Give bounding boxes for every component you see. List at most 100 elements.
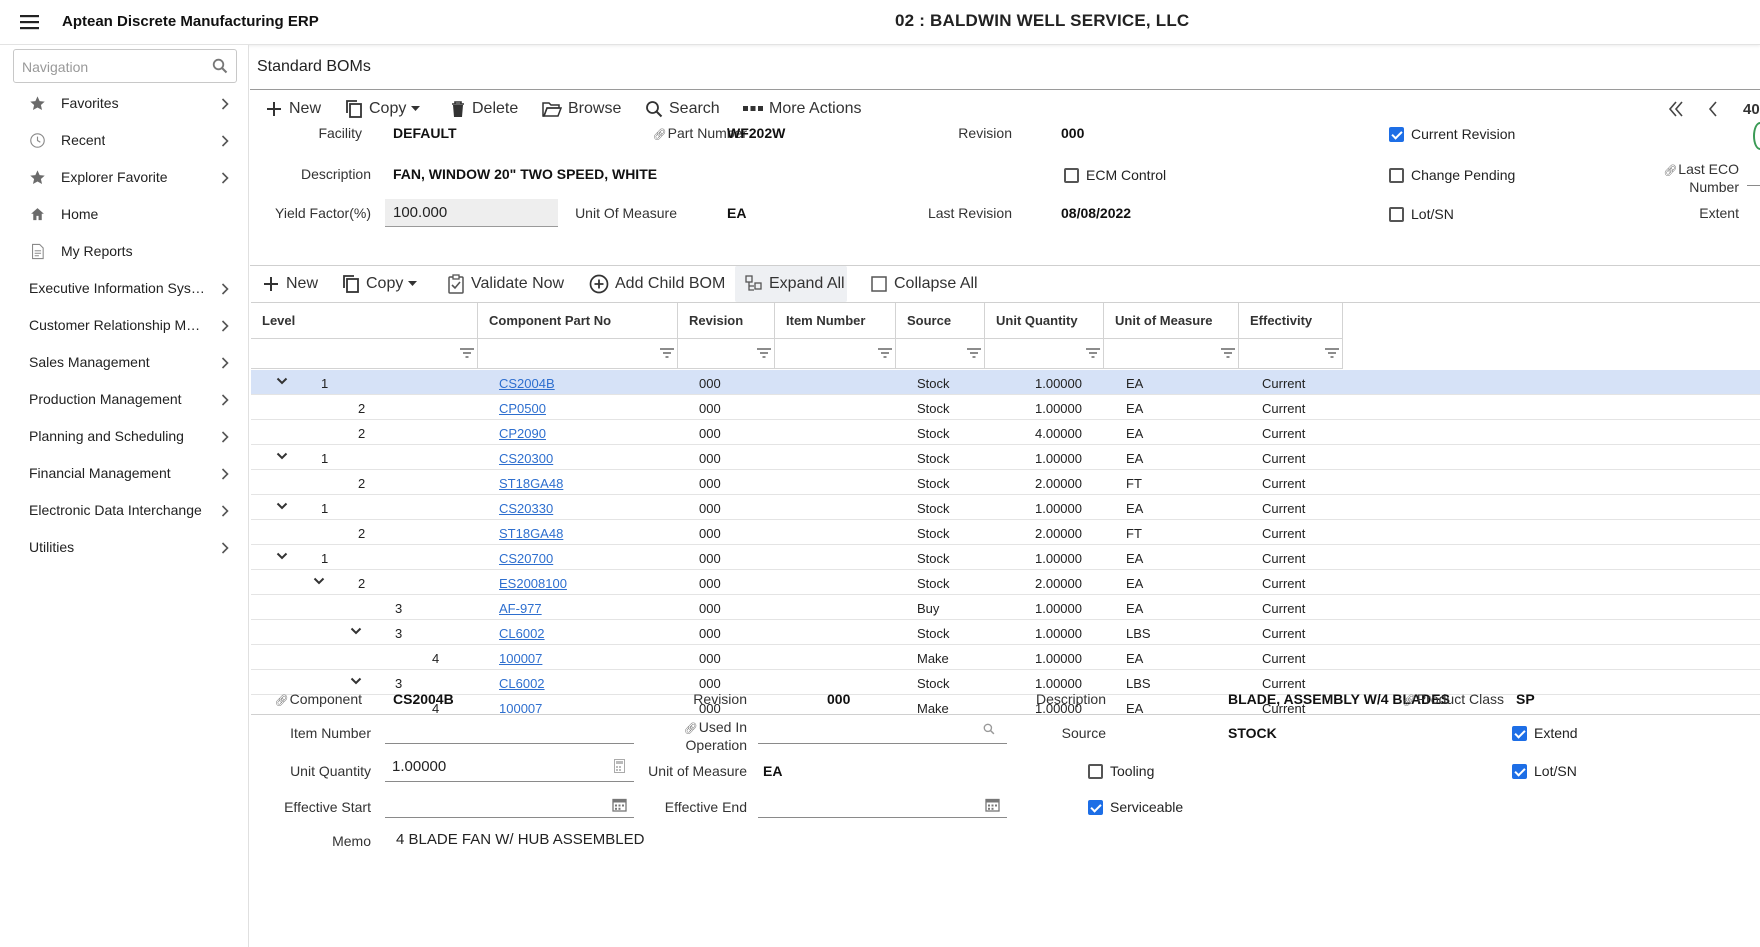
component-part-link[interactable]: ES2008100 (499, 576, 567, 591)
column-header-item-number[interactable]: Item Number (775, 303, 896, 339)
filter-cell-revision[interactable] (678, 339, 775, 369)
table-row[interactable]: 1 CS2004B 000 Stock 1.00000 EA Current (251, 370, 1760, 395)
column-header-unit-quantity[interactable]: Unit Quantity (985, 303, 1104, 339)
delete-button[interactable]: Delete (450, 91, 518, 127)
serviceable-checkbox[interactable] (1088, 800, 1103, 815)
sidebar-item-recent[interactable]: Recent (0, 122, 249, 159)
lot-sn-checkbox[interactable] (1389, 207, 1404, 222)
effective-end-input[interactable] (758, 790, 1007, 818)
table-row[interactable]: 1 CS20700 000 Stock 1.00000 EA Current (251, 545, 1760, 570)
component-part-link[interactable]: CS20700 (499, 551, 553, 566)
memo-input[interactable]: 4 BLADE FAN W/ HUB ASSEMBLED (389, 827, 809, 855)
component-part-link[interactable]: 100007 (499, 651, 542, 666)
chevron-down-icon[interactable] (350, 676, 362, 686)
extend-checkbox[interactable] (1512, 726, 1527, 741)
sidebar-item-utilities[interactable]: Utilities (0, 529, 249, 566)
browse-button[interactable]: Browse (542, 91, 621, 127)
table-row[interactable]: 3 CL6002 000 Stock 1.00000 LBS Current (251, 620, 1760, 645)
sidebar-item-sales-management[interactable]: Sales Management (0, 344, 249, 381)
used-in-operation-label[interactable]: 🔗︎Used In Operation (600, 719, 747, 753)
filter-icon[interactable] (1325, 348, 1339, 358)
expand-all-button[interactable]: Expand All (735, 266, 847, 302)
filter-icon[interactable] (460, 348, 474, 358)
sidebar-item-planning-and-scheduling[interactable]: Planning and Scheduling (0, 418, 249, 455)
previous-record-button[interactable] (1708, 91, 1724, 127)
table-row[interactable]: 2 CP0500 000 Stock 1.00000 EA Current (251, 395, 1760, 420)
table-row[interactable]: 4 100007 000 Make 1.00000 EA Current (251, 645, 1760, 670)
filter-cell-item-number[interactable] (775, 339, 896, 369)
filter-cell-effectivity[interactable] (1239, 339, 1343, 369)
calendar-icon[interactable] (985, 797, 1000, 812)
filter-cell-level[interactable] (251, 339, 478, 369)
column-header-level[interactable]: Level (251, 303, 478, 339)
component-part-link[interactable]: CS2004B (499, 376, 555, 391)
table-row[interactable]: 1 CS20330 000 Stock 1.00000 EA Current (251, 495, 1760, 520)
filter-icon[interactable] (660, 348, 674, 358)
component-part-link[interactable]: CS20300 (499, 451, 553, 466)
table-row[interactable]: 2 CP2090 000 Stock 4.00000 EA Current (251, 420, 1760, 445)
effective-start-input[interactable] (385, 790, 634, 818)
component-part-link[interactable]: CL6002 (499, 676, 545, 691)
yield-factor-input[interactable]: 100.000 (385, 199, 558, 227)
filter-icon[interactable] (967, 348, 981, 358)
component-part-link[interactable]: CL6002 (499, 626, 545, 641)
component-part-link[interactable]: 100007 (499, 701, 542, 714)
component-part-link[interactable]: CP2090 (499, 426, 546, 441)
component-label[interactable]: 🔗︎Component (250, 691, 362, 707)
copy-button[interactable]: Copy (345, 91, 426, 127)
unit-quantity-input[interactable]: 1.00000 (385, 754, 634, 782)
filter-icon[interactable] (1221, 348, 1235, 358)
table-row[interactable]: 2 ES2008100 000 Stock 2.00000 EA Current (251, 570, 1760, 595)
sidebar-item-financial-management[interactable]: Financial Management (0, 455, 249, 492)
last-eco-number-label[interactable]: 🔗︎Last ECO Number (1630, 161, 1739, 195)
search-icon[interactable] (212, 58, 228, 74)
tooling-checkbox[interactable] (1088, 764, 1103, 779)
collapse-all-button[interactable]: Collapse All (870, 266, 978, 302)
column-header-source[interactable]: Source (896, 303, 985, 339)
column-header-revision[interactable]: Revision (678, 303, 775, 339)
validate-now-button[interactable]: Validate Now (447, 266, 564, 302)
grid-copy-button[interactable]: Copy (342, 266, 423, 302)
part-number-label[interactable]: 🔗︎Part Number (600, 125, 747, 141)
component-part-link[interactable]: AF-977 (499, 601, 542, 616)
navigation-search-input[interactable] (22, 57, 202, 77)
component-part-link[interactable]: CS20330 (499, 501, 553, 516)
component-part-link[interactable]: CP0500 (499, 401, 546, 416)
table-row[interactable]: 2 ST18GA48 000 Stock 2.00000 FT Current (251, 470, 1760, 495)
table-row[interactable]: 2 ST18GA48 000 Stock 2.00000 FT Current (251, 520, 1760, 545)
column-header-component-part-no[interactable]: Component Part No (478, 303, 678, 339)
filter-icon[interactable] (878, 348, 892, 358)
sidebar-item-electronic-data-interchange[interactable]: Electronic Data Interchange (0, 492, 249, 529)
ecm-control-checkbox[interactable] (1064, 168, 1079, 183)
hamburger-menu-icon[interactable] (19, 12, 41, 32)
chevron-down-icon[interactable] (276, 501, 288, 511)
detail-lot-sn-checkbox[interactable] (1512, 764, 1527, 779)
more-actions-button[interactable]: More Actions (743, 91, 861, 127)
new-button[interactable]: New (265, 91, 321, 127)
filter-cell-component-part-no[interactable] (478, 339, 678, 369)
column-header-effectivity[interactable]: Effectivity (1239, 303, 1343, 339)
sidebar-item-customer-relationship-management[interactable]: Customer Relationship Ma... (0, 307, 249, 344)
sidebar-item-home[interactable]: Home (0, 196, 249, 233)
grid-new-button[interactable]: New (262, 266, 318, 302)
component-part-link[interactable]: ST18GA48 (499, 476, 563, 491)
filter-cell-unit-of-measure[interactable] (1104, 339, 1239, 369)
sidebar-item-production-management[interactable]: Production Management (0, 381, 249, 418)
chevron-down-icon[interactable] (313, 576, 325, 586)
add-child-bom-button[interactable]: Add Child BOM (589, 266, 725, 302)
chevron-down-icon[interactable] (276, 551, 288, 561)
filter-icon[interactable] (1086, 348, 1100, 358)
filter-cell-source[interactable] (896, 339, 985, 369)
last-eco-number-field[interactable] (1747, 185, 1760, 186)
chevron-down-icon[interactable] (350, 626, 362, 636)
table-row[interactable]: 1 CS20300 000 Stock 1.00000 EA Current (251, 445, 1760, 470)
current-revision-checkbox[interactable] (1389, 127, 1404, 142)
sidebar-item-favorites[interactable]: Favorites (0, 85, 249, 122)
first-record-button[interactable] (1668, 91, 1690, 127)
sidebar-item-executive-information-system[interactable]: Executive Information Syst... (0, 270, 249, 307)
filter-cell-unit-quantity[interactable] (985, 339, 1104, 369)
change-pending-checkbox[interactable] (1389, 168, 1404, 183)
table-row[interactable]: 3 AF-977 000 Buy 1.00000 EA Current (251, 595, 1760, 620)
product-class-label[interactable]: 🔗︎Product Class (1300, 691, 1504, 707)
chevron-down-icon[interactable] (276, 451, 288, 461)
